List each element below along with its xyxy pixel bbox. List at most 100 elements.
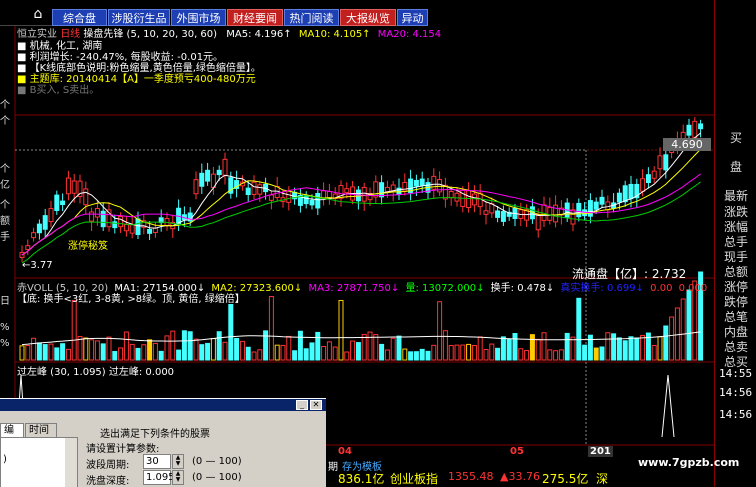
candle-body [547,206,553,221]
tab-movements[interactable]: 异动 [397,9,428,26]
date-label: 05 [510,446,524,457]
tab-foreign-markets[interactable]: 外围市场 [171,9,226,26]
candle-body [129,224,135,234]
ma20-line [21,173,701,256]
candle-body [657,155,663,170]
volume-bar [495,347,501,361]
candle-body [483,210,489,215]
param2-spinner[interactable]: ▲ ▼ [172,470,184,485]
status-tab-period[interactable]: 期 [328,458,338,473]
param1-range: (0 — 100) [192,456,242,467]
status-extra: 深 [596,472,609,486]
tab-edit[interactable]: 编 [0,423,24,437]
candle-body [686,124,692,136]
formula-list[interactable]: ) [0,437,78,487]
param1-input[interactable]: 30 [143,454,171,469]
volume-bar [506,338,512,361]
tab-derivatives[interactable]: 涉股衍生品 [108,9,170,26]
candle-body [118,215,124,228]
volume-bar [292,350,298,361]
candle-body [60,200,66,205]
volume-value: 量: 13072.000↓ [405,283,485,294]
candle-body [495,210,501,218]
list-scrollbar[interactable] [65,438,77,487]
candle-body [303,195,309,205]
panel-buy: 买 [729,131,742,145]
home-icon[interactable]: ⌂ [28,6,48,22]
edge-label: % [0,322,10,333]
volume-bar [31,337,37,361]
volume-bar [274,344,280,361]
edge-label: 额 [0,216,10,227]
candle-body [442,184,448,200]
volume-bar [373,334,379,361]
volume-bar [384,349,390,361]
candle-body [640,178,646,192]
edge-label: % [0,338,10,349]
info-buy-sell: ■ B买入, S卖出。 [17,85,100,96]
date-label: 201 [588,446,613,457]
tab-time[interactable]: 时间 [25,423,57,437]
candle-body [454,192,460,202]
tab-finance-news[interactable]: 财经要闻 [227,9,283,26]
list-item[interactable]: ) [3,454,7,465]
ma10-line [21,148,701,256]
volume-bar [558,349,564,361]
volume-bar [222,341,228,361]
edge-label: 手 [0,232,10,243]
tab-newspapers[interactable]: 大报纵览 [340,9,396,26]
candle-body [698,123,704,130]
tab-overview[interactable]: 综合盘 [52,9,107,26]
volume-bar [483,348,489,361]
candle-body [83,188,89,206]
volume-bar [367,331,373,361]
top-tab-bar: ⌂ 综合盘 涉股衍生品 外围市场 财经要闻 热门阅读 大报纵览 异动 [0,0,428,26]
status-index-value: 1355.48 [448,470,494,483]
candle-body [309,199,315,206]
close-icon[interactable]: ✕ [310,400,322,410]
minimize-icon[interactable]: _ [296,400,308,410]
param1-spinner[interactable]: ▲ ▼ [172,454,184,469]
volume-bar [425,350,431,361]
volume-bar [419,348,425,361]
volume-bar [303,348,309,361]
volume-bar [599,346,605,361]
site-watermark: www.7gpzb.com [638,456,740,469]
candle-body [245,187,251,196]
param2-input[interactable]: 1.095 [143,470,175,485]
volume-bar [379,343,385,361]
candle-body [576,202,582,218]
volume-bar [48,343,54,361]
volume-bar [500,336,506,361]
volume-bar [553,350,559,361]
volume-bar [576,297,582,361]
dialog-titlebar[interactable] [0,399,326,411]
param2-range: (0 — 100) [192,472,242,483]
volume-bar [187,331,193,361]
candle-body [25,245,31,251]
panel-total-volume: 总手 [723,235,748,249]
tab-hot-reading[interactable]: 热门阅读 [284,9,339,26]
volume-bar [210,338,216,361]
candle-body [31,232,37,239]
volume-bar [651,344,657,361]
volume-bar [442,330,448,361]
candle-body [616,192,622,203]
volume-bar [118,347,124,361]
candle-body [251,181,257,195]
edge-label: 日 [0,296,10,307]
volume-ma-line [21,331,701,346]
zero-value-2: 0.000 [678,283,708,294]
ma20-value: MA20: 4.154 [377,29,442,40]
candle-body [419,178,425,186]
panel-current-volume: 现手 [723,250,748,264]
volume-bar [471,345,477,361]
tick-time: 14:56 [719,408,753,421]
volume-bar [239,340,245,361]
volume-bar [297,330,303,361]
volume-bar [466,343,472,361]
volume-bar [257,349,263,361]
volume-bar [89,339,95,361]
volume-bar [205,342,211,361]
candle-body [216,169,222,176]
